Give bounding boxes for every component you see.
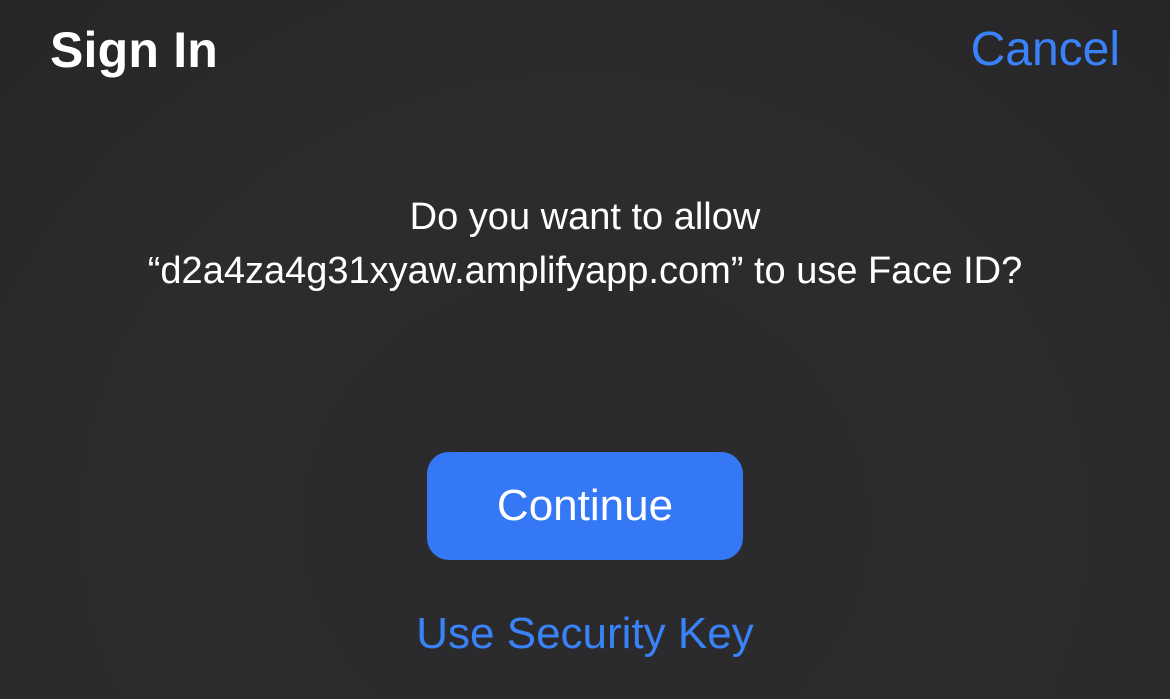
use-security-key-link[interactable]: Use Security Key [0,604,1170,664]
continue-button[interactable]: Continue [427,452,743,560]
sheet-title: Sign In [50,22,219,78]
prompt-line-1: Do you want to allow [409,196,761,238]
sign-in-sheet: Sign In Cancel Do you want to allow “d2a… [0,0,1170,699]
cancel-button[interactable]: Cancel [971,18,1120,82]
sheet-header: Sign In Cancel [0,0,1170,110]
prompt-line-2: “d2a4za4g31xyaw.amplifyapp.com” to use F… [147,250,1023,292]
face-id-prompt: Do you want to allow “d2a4za4g31xyaw.amp… [0,190,1170,298]
